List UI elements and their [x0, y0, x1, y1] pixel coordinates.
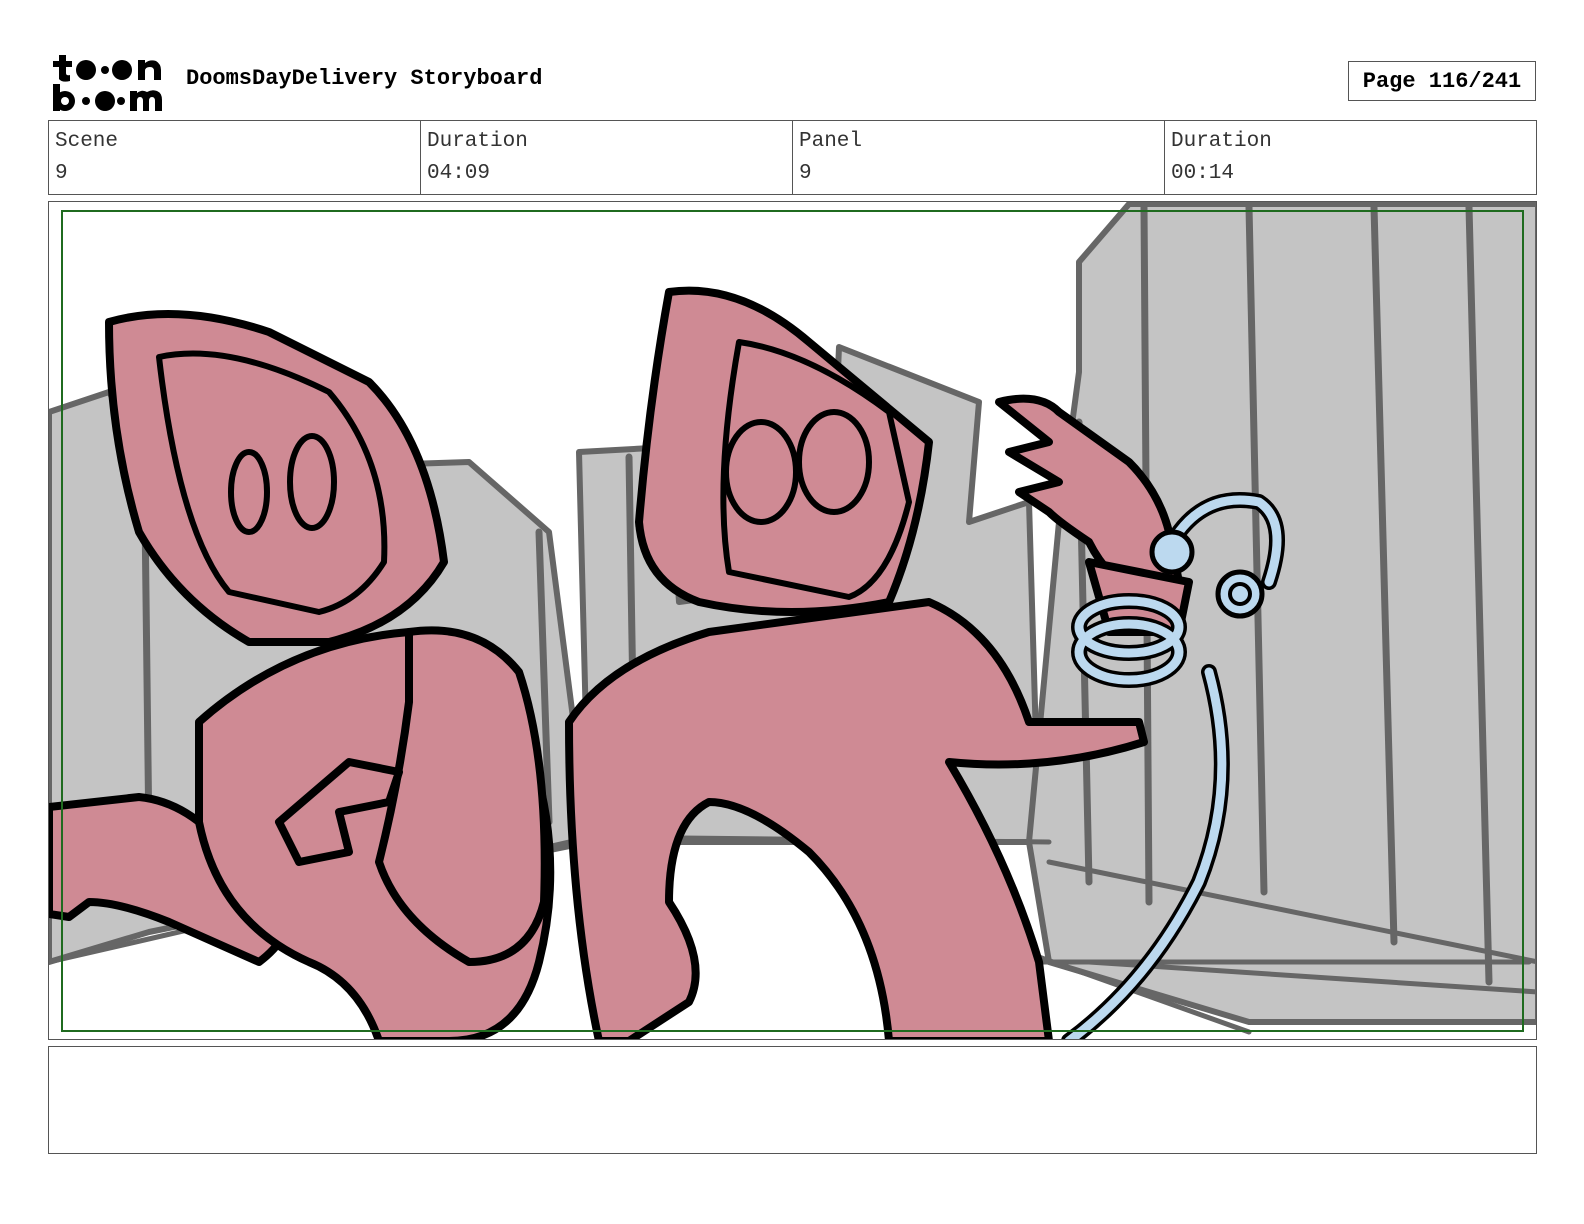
panel-notes: [48, 1046, 1537, 1154]
scene-duration-value: 04:09: [427, 162, 491, 185]
headset-earpiece-right: [1215, 569, 1265, 619]
panel-duration-value: 00:14: [1171, 162, 1235, 185]
headset-earpiece-left: [1149, 529, 1195, 575]
scene-duration-label: Duration: [427, 130, 528, 153]
page-label: Page 116/241: [1362, 68, 1522, 94]
document-title: DoomsDayDelivery Storyboard: [186, 66, 543, 91]
scene-label: Scene: [55, 130, 119, 153]
toon-boom-logo: [50, 50, 166, 114]
panel-duration-label: Duration: [1171, 130, 1272, 153]
storyboard-panel: [48, 201, 1537, 1040]
scene-value: 9: [55, 162, 68, 185]
scene-cell: Scene 9: [49, 121, 421, 194]
info-table: Scene 9 Duration 04:09 Panel 9 Duration …: [48, 120, 1537, 195]
page-indicator: Page 116/241: [1348, 61, 1536, 101]
panel-cell: Panel 9: [793, 121, 1165, 194]
panel-label: Panel: [799, 130, 863, 153]
panel-duration-cell: Duration 00:14: [1165, 121, 1536, 194]
scene-duration-cell: Duration 04:09: [421, 121, 793, 194]
panel-drawing: [49, 202, 1536, 1039]
panel-value: 9: [799, 162, 812, 185]
